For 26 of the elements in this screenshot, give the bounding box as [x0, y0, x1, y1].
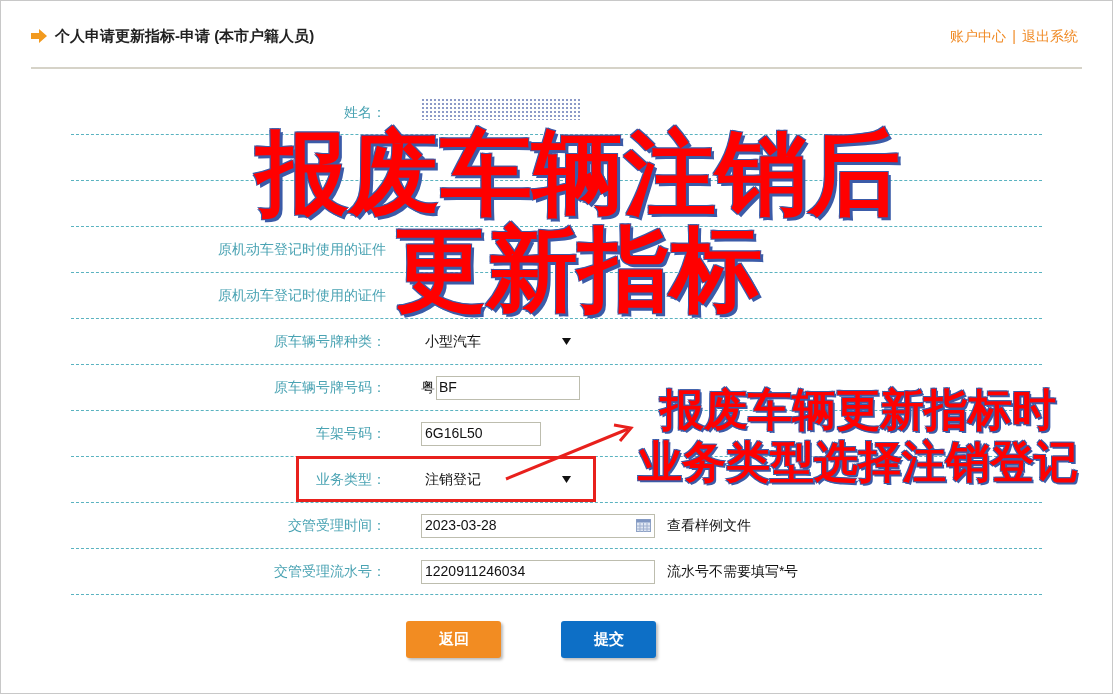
select-field[interactable]: 注销登记	[421, 469, 571, 490]
field-label: 原车辆号牌种类：	[273, 332, 386, 351]
field-label: 业务类型：	[315, 470, 386, 489]
arrow-icon	[31, 29, 47, 43]
date-input[interactable]: 2023-03-28	[421, 513, 655, 538]
plate-input[interactable]: BF	[436, 375, 580, 400]
select-field[interactable]: 小型汽车	[421, 331, 571, 352]
form-button[interactable]: 提交	[561, 621, 656, 658]
link-separator: |	[1012, 26, 1016, 46]
caret-icon	[562, 338, 571, 345]
vin-input[interactable]: 6G16L50	[421, 421, 541, 446]
annotation-text: 业务类型选择注销登记	[638, 436, 1078, 488]
field-label: 姓名：	[343, 103, 386, 122]
field-label: 交管受理时间：	[287, 516, 386, 535]
field-note: 查看样例文件	[667, 516, 751, 535]
text-input[interactable]: 1220911246034	[421, 559, 655, 584]
page-title: 个人申请更新指标-申请 (本市户籍人员)	[55, 25, 315, 46]
caret-icon	[562, 476, 571, 483]
field-label: 原机动车登记时使用的证件	[217, 240, 386, 259]
field-note: 流水号不需要填写*号	[667, 562, 799, 581]
plate-prefix: 粤	[421, 378, 435, 397]
field-label: 车架号码：	[315, 424, 386, 443]
field-label: 原车辆号牌号码：	[273, 378, 386, 397]
field-label: 交管受理流水号：	[273, 562, 386, 581]
field-label: 原机动车登记时使用的证件	[217, 286, 386, 305]
calendar-icon[interactable]	[636, 519, 651, 532]
